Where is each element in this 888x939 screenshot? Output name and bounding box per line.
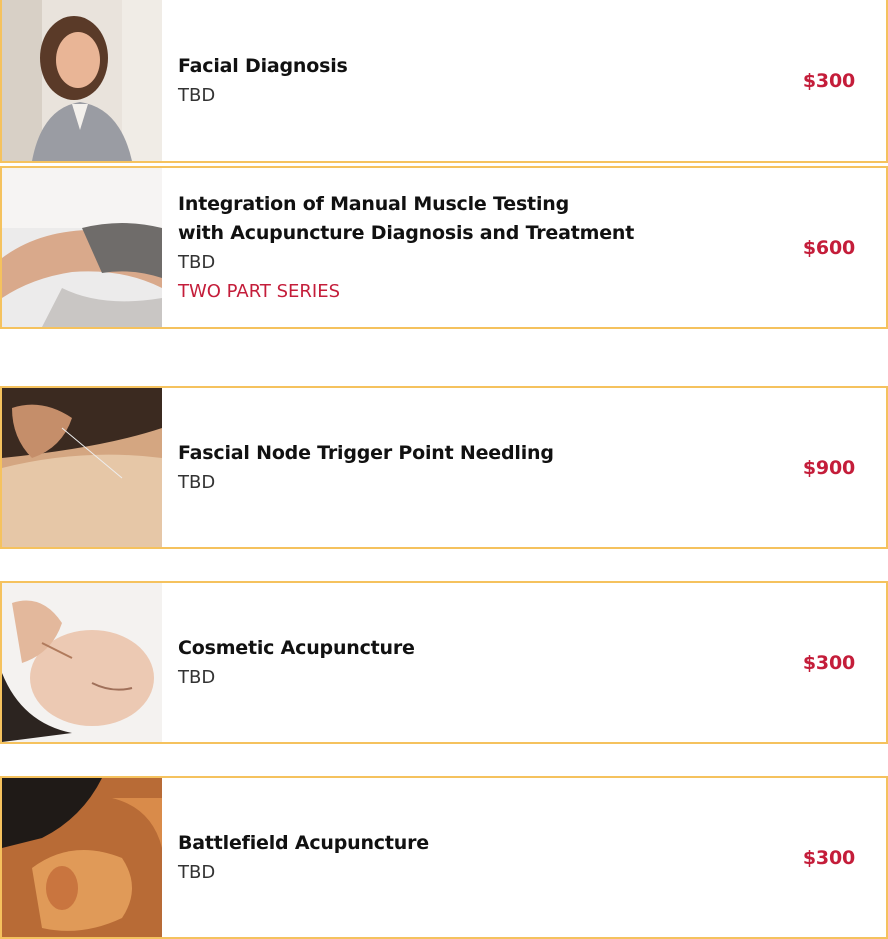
course-price: $600: [802, 236, 855, 259]
muscle-testing-photo: [2, 168, 162, 327]
course-title[interactable]: Integration of Manual Muscle Testing wit…: [178, 190, 738, 248]
course-title[interactable]: Cosmetic Acupuncture: [178, 634, 738, 663]
course-status: TBD: [178, 251, 216, 273]
course-card-manual-muscle-testing[interactable]: Integration of Manual Muscle Testing wit…: [0, 166, 888, 329]
course-info: Fascial Node Trigger Point Needling TBD: [178, 388, 738, 547]
course-price: $300: [802, 651, 855, 674]
ear-acupuncture-photo: [2, 778, 162, 937]
course-card-fascial-node[interactable]: Fascial Node Trigger Point Needling TBD …: [0, 386, 888, 549]
course-info: Cosmetic Acupuncture TBD: [178, 583, 738, 742]
course-price: $300: [802, 846, 855, 869]
course-info: Facial Diagnosis TBD: [178, 0, 738, 161]
course-info: Integration of Manual Muscle Testing wit…: [178, 168, 738, 327]
course-status: TBD: [178, 666, 216, 688]
woman-portrait-photo: [2, 0, 162, 161]
course-info: Battlefield Acupuncture TBD: [178, 778, 738, 937]
course-status: TBD: [178, 84, 216, 106]
course-status: TBD: [178, 471, 216, 493]
course-title[interactable]: Battlefield Acupuncture: [178, 829, 738, 858]
course-price: $900: [802, 456, 855, 479]
course-card-facial-diagnosis[interactable]: Facial Diagnosis TBD $300: [0, 0, 888, 163]
course-price: $300: [802, 69, 855, 92]
course-title[interactable]: Fascial Node Trigger Point Needling: [178, 439, 738, 468]
course-series-note: TWO PART SERIES: [178, 280, 341, 302]
needling-photo: [2, 388, 162, 547]
course-card-battlefield-acupuncture[interactable]: Battlefield Acupuncture TBD $300: [0, 776, 888, 939]
course-card-cosmetic-acupuncture[interactable]: Cosmetic Acupuncture TBD $300: [0, 581, 888, 744]
course-status: TBD: [178, 861, 216, 883]
course-title[interactable]: Facial Diagnosis: [178, 52, 738, 81]
facial-acupuncture-photo: [2, 583, 162, 742]
